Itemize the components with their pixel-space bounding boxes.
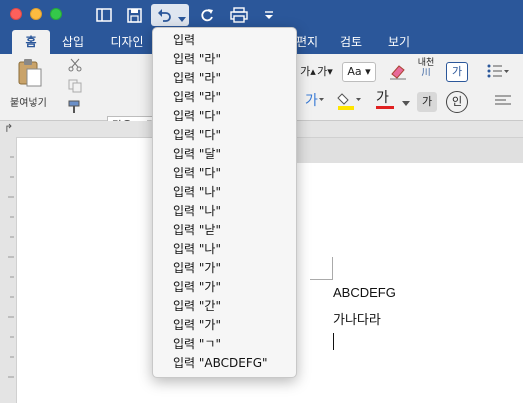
font-grow-label: 가 (300, 65, 311, 78)
undo-button[interactable] (151, 4, 189, 26)
change-case-label: Aa (347, 65, 362, 78)
save-icon[interactable] (125, 6, 143, 24)
bullets-icon[interactable] (486, 62, 510, 83)
undo-menu-item[interactable]: 입력 "다" (153, 107, 296, 126)
enclose-characters-button[interactable]: 인 (446, 91, 468, 113)
undo-menu-item[interactable]: 입력 "가" (153, 278, 296, 297)
svg-text:가: 가 (305, 93, 318, 109)
undo-menu-item[interactable]: 입력 "ABCDEFG" (153, 354, 296, 373)
phonetic-label-top: 내천 (417, 58, 435, 68)
highlight-color-icon[interactable] (336, 90, 362, 115)
undo-menu-item[interactable]: 입력 "가" (153, 316, 296, 335)
undo-menu-item[interactable]: 입력 "가" (153, 259, 296, 278)
phonetic-guide-button[interactable]: 내천 川 (414, 58, 438, 78)
document-line-2[interactable]: 가나다라 (333, 309, 381, 328)
phonetic-label-bottom: 川 (421, 68, 431, 78)
undo-menu-item[interactable]: 입력 "낟" (153, 221, 296, 240)
character-border-button[interactable]: 가 (446, 62, 468, 82)
minimize-window-button[interactable] (30, 8, 42, 20)
change-case-button[interactable]: Aa ▾ (342, 62, 376, 82)
title-bar (0, 0, 523, 30)
paste-icon[interactable] (14, 58, 44, 91)
zoom-window-button[interactable] (50, 8, 62, 20)
undo-menu-item[interactable]: 입력 "다" (153, 126, 296, 145)
font-color-label: 가 (376, 90, 389, 106)
font-color-button[interactable]: 가 (376, 90, 394, 109)
vertical-ruler[interactable] (0, 137, 17, 403)
tab-stop-icon[interactable]: ↱ (4, 122, 13, 135)
copy-icon[interactable] (68, 79, 82, 96)
align-left-icon[interactable] (494, 94, 512, 111)
undo-menu-item[interactable]: 입력 "간" (153, 297, 296, 316)
tab-insert[interactable]: 삽입 (56, 30, 90, 54)
character-shading-button[interactable]: 가 (417, 92, 437, 112)
undo-menu-item[interactable]: 입력 "라" (153, 50, 296, 69)
font-shrink-label: 가 (317, 65, 328, 78)
customize-icon[interactable] (262, 6, 276, 24)
undo-menu-item[interactable]: 입력 "나" (153, 240, 296, 259)
tab-review[interactable]: 검토 (334, 30, 368, 54)
font-shrink-button[interactable]: 가▾ (314, 62, 336, 82)
undo-menu-item[interactable]: 입력 "나" (153, 183, 296, 202)
undo-icon (157, 7, 173, 26)
undo-menu-item[interactable]: 입력 "ㄱ" (153, 335, 296, 354)
format-painter-icon[interactable] (68, 100, 82, 117)
text-effects-icon[interactable]: 가 (303, 90, 325, 113)
undo-history-menu: 입력 입력 "라" 입력 "라" 입력 "라" 입력 "다" 입력 "다" 입력… (152, 27, 297, 378)
paste-label[interactable]: 붙여넣기 (10, 94, 47, 109)
undo-menu-item[interactable]: 입력 "나" (153, 202, 296, 221)
redo-icon[interactable] (198, 6, 216, 24)
document-line-1[interactable]: ABCDEFG (333, 285, 396, 300)
sidebar-toggle-icon[interactable] (95, 6, 113, 24)
font-color-dropdown-icon[interactable] (402, 96, 410, 110)
undo-menu-item[interactable]: 입력 (153, 31, 296, 50)
cut-icon[interactable] (68, 58, 82, 75)
undo-menu-item[interactable]: 입력 "다" (153, 164, 296, 183)
page-corner-marker (310, 257, 333, 280)
font-color-swatch (376, 106, 394, 109)
close-window-button[interactable] (10, 8, 22, 20)
undo-menu-item[interactable]: 입력 "라" (153, 88, 296, 107)
print-icon[interactable] (228, 6, 250, 24)
tab-home[interactable]: 홈 (12, 30, 50, 54)
tab-design[interactable]: 디자인 (105, 30, 149, 54)
undo-menu-item[interactable]: 입력 "달" (153, 145, 296, 164)
undo-menu-item[interactable]: 입력 "라" (153, 69, 296, 88)
undo-dropdown-arrow-icon[interactable] (178, 12, 186, 26)
tab-view[interactable]: 보기 (382, 30, 416, 54)
text-cursor (333, 333, 334, 350)
clear-formatting-icon[interactable] (389, 64, 407, 83)
